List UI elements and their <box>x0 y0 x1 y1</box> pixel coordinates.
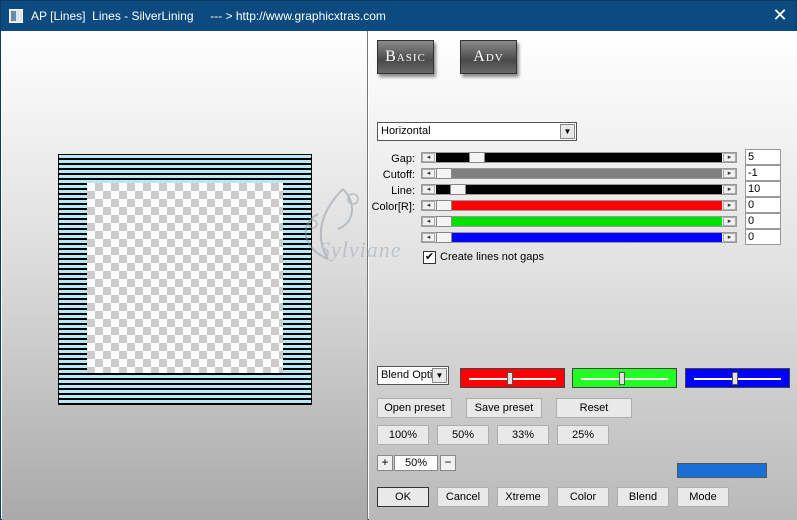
zoom-level: 50% <box>394 455 438 471</box>
color-r-value-input[interactable]: 0 <box>745 197 781 213</box>
line-label: Line: <box>391 185 415 197</box>
direction-dropdown[interactable]: Horizontal ▼ <box>377 122 577 141</box>
direction-value: Horizontal <box>381 125 431 137</box>
color-r-slider[interactable]: ◂ ▸ <box>421 200 737 211</box>
chevron-down-icon[interactable]: ▼ <box>432 368 447 383</box>
chevron-down-icon[interactable]: ▼ <box>560 124 575 139</box>
slider-track[interactable] <box>436 232 722 243</box>
plugin-window: AP [Lines] Lines - SilverLining --- > ht… <box>0 0 797 520</box>
blend-options-value: Blend Optio <box>381 369 435 381</box>
slider-right-arrow-icon[interactable]: ▸ <box>723 217 736 226</box>
gap-slider[interactable]: ◂ ▸ <box>421 152 737 163</box>
slider-thumb[interactable] <box>436 216 452 227</box>
zoom-100-button[interactable]: 100% <box>377 425 429 445</box>
slider-thumb[interactable] <box>436 232 452 243</box>
slider-left-arrow-icon[interactable]: ◂ <box>422 153 435 162</box>
zoom-out-button[interactable]: − <box>440 455 456 471</box>
title-bar[interactable]: AP [Lines] Lines - SilverLining --- > ht… <box>1 1 796 31</box>
slider-right-arrow-icon[interactable]: ▸ <box>723 169 736 178</box>
color-g-slider[interactable]: ◂ ▸ <box>421 216 737 227</box>
gap-value-input[interactable]: 5 <box>745 149 781 165</box>
gap-label: Gap: <box>391 153 415 165</box>
zoom-33-button[interactable]: 33% <box>497 425 549 445</box>
color-swatch[interactable] <box>677 463 767 478</box>
green-color-slider[interactable] <box>572 368 677 388</box>
slider-thumb[interactable] <box>469 152 485 163</box>
blue-color-slider[interactable] <box>685 368 790 388</box>
slider-left-arrow-icon[interactable]: ◂ <box>422 185 435 194</box>
slider-track[interactable] <box>436 216 722 227</box>
mode-button[interactable]: Mode <box>677 487 729 507</box>
color-button[interactable]: Color <box>557 487 609 507</box>
app-icon <box>9 9 23 23</box>
preview-image <box>58 154 312 405</box>
open-preset-button[interactable]: Open preset <box>377 398 452 418</box>
line-value-input[interactable]: 10 <box>745 181 781 197</box>
slider-thumb[interactable] <box>436 168 452 179</box>
blend-options-dropdown[interactable]: Blend Optio ▼ <box>377 366 449 385</box>
window-title: AP [Lines] Lines - SilverLining --- > ht… <box>31 9 386 23</box>
xtreme-button[interactable]: Xtreme <box>497 487 549 507</box>
zoom-25-button[interactable]: 25% <box>557 425 609 445</box>
adv-tab[interactable]: Adv <box>460 40 517 74</box>
zoom-50-button[interactable]: 50% <box>437 425 489 445</box>
settings-pane: Basic Adv <box>369 31 797 520</box>
create-lines-label: Create lines not gaps <box>440 251 544 263</box>
slider-thumb[interactable] <box>450 184 466 195</box>
slider-right-arrow-icon[interactable]: ▸ <box>723 201 736 210</box>
blend-button[interactable]: Blend <box>617 487 669 507</box>
slider-left-arrow-icon[interactable]: ◂ <box>422 201 435 210</box>
slider-track[interactable] <box>436 184 722 195</box>
close-icon[interactable]: ✕ <box>765 4 795 28</box>
preview-pane <box>2 31 368 520</box>
color-b-value-input[interactable]: 0 <box>745 229 781 245</box>
basic-tab[interactable]: Basic <box>377 40 434 74</box>
slider-track[interactable] <box>436 152 722 163</box>
cutoff-label: Cutoff: <box>382 169 415 181</box>
create-lines-checkbox[interactable]: ✔ <box>423 251 436 264</box>
slider-track[interactable] <box>436 200 722 211</box>
save-preset-button[interactable]: Save preset <box>466 398 542 418</box>
slider-left-arrow-icon[interactable]: ◂ <box>422 233 435 242</box>
slider-right-arrow-icon[interactable]: ▸ <box>723 233 736 242</box>
reset-button[interactable]: Reset <box>556 398 632 418</box>
red-color-slider[interactable] <box>460 368 565 388</box>
zoom-in-button[interactable]: + <box>377 455 393 471</box>
slider-track[interactable] <box>436 168 722 179</box>
slider-right-arrow-icon[interactable]: ▸ <box>723 153 736 162</box>
transparency-checkerboard <box>87 183 283 373</box>
slider-right-arrow-icon[interactable]: ▸ <box>723 185 736 194</box>
cutoff-value-input[interactable]: -1 <box>745 165 781 181</box>
slider-left-arrow-icon[interactable]: ◂ <box>422 169 435 178</box>
line-slider[interactable]: ◂ ▸ <box>421 184 737 195</box>
cutoff-slider[interactable]: ◂ ▸ <box>421 168 737 179</box>
slider-left-arrow-icon[interactable]: ◂ <box>422 217 435 226</box>
slider-thumb[interactable] <box>436 200 452 211</box>
color-r-label: Color[R]: <box>371 201 415 213</box>
ok-button[interactable]: OK <box>377 487 429 507</box>
slider-thumb[interactable] <box>619 372 625 385</box>
cancel-button[interactable]: Cancel <box>437 487 489 507</box>
color-b-slider[interactable]: ◂ ▸ <box>421 232 737 243</box>
slider-thumb[interactable] <box>732 372 738 385</box>
color-g-value-input[interactable]: 0 <box>745 213 781 229</box>
slider-thumb[interactable] <box>507 372 513 385</box>
